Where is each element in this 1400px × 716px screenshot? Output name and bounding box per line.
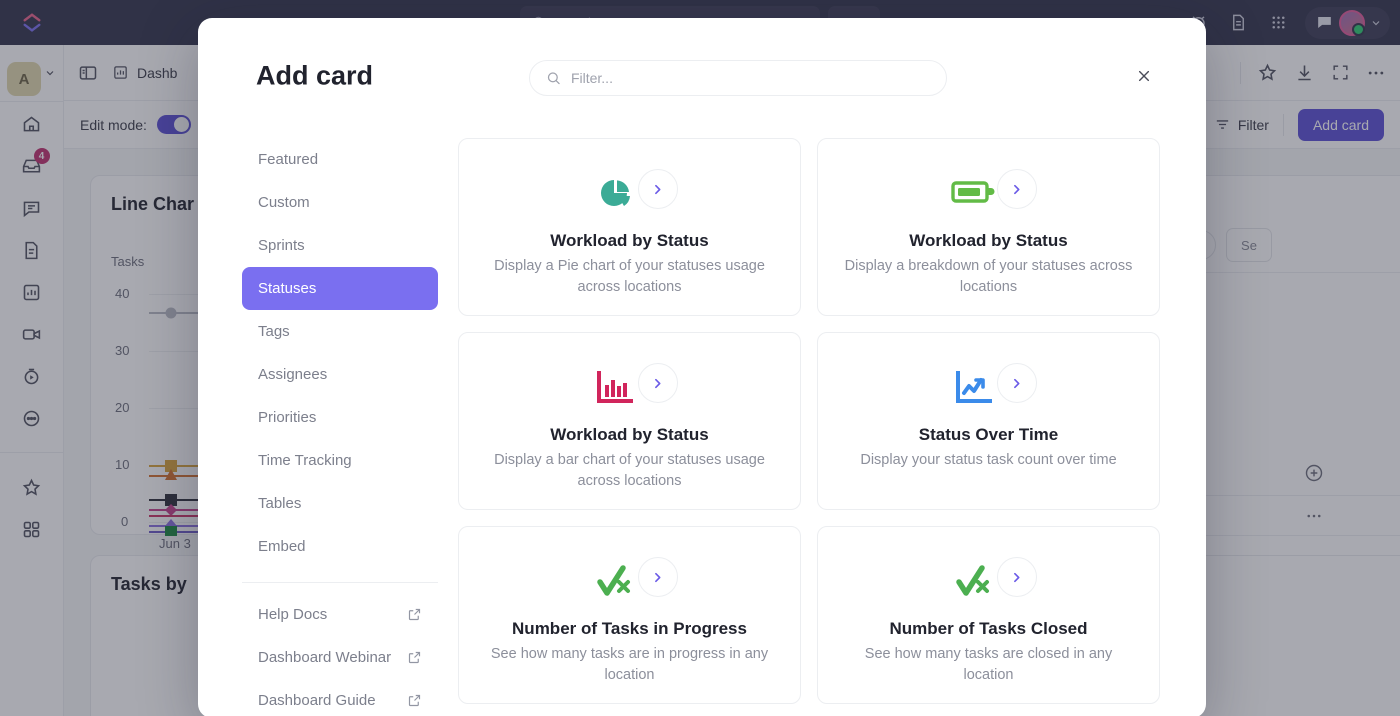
close-button[interactable] [1129,61,1159,91]
card-title: Workload by Status [550,231,709,250]
chevron-right-icon [996,557,1037,597]
card-option[interactable]: Workload by Status Display a breakdown o… [817,138,1160,316]
bar-chart-icon [593,367,637,414]
sidebar-item-tables[interactable]: Tables [242,482,438,525]
link-dashboard-guide[interactable]: Dashboard Guide [242,679,438,716]
card-option[interactable]: Workload by Status Display a Pie chart o… [458,138,801,316]
card-icon-area [481,361,778,419]
modal-body: Featured Custom Sprints Statuses Tags As… [198,138,1206,716]
check-x-icon [593,562,637,607]
card-description: See how many tasks are closed in any loc… [864,646,1113,684]
close-icon [1138,70,1150,82]
check-x-icon [952,562,996,607]
card-description: Display a Pie chart of your statuses usa… [494,258,765,296]
card-title: Workload by Status [550,425,709,444]
card-icon-area [840,167,1137,225]
chevron-right-icon [637,557,678,597]
card-icon-area [840,361,1137,419]
card-option[interactable]: Number of Tasks in Progress See how many… [458,526,801,704]
card-description: Display your status task count over time [860,452,1117,468]
card-title: Number of Tasks Closed [889,619,1088,638]
card-description: See how many tasks are in progress in an… [490,646,769,684]
divider [242,582,438,583]
card-icon-area [481,555,778,613]
chevron-right-icon [637,169,678,209]
chevron-right-icon [637,363,678,403]
link-label: Dashboard Webinar [258,649,392,666]
page-title: Add card [256,60,374,91]
card-option[interactable]: Status Over Time Display your status tas… [817,332,1160,510]
filter-input-wrapper[interactable] [529,60,947,96]
card-title: Number of Tasks in Progress [512,619,747,638]
search-input[interactable] [570,70,930,86]
pie-chart-icon [593,172,637,221]
card-description: Display a breakdown of your statuses acr… [844,258,1133,296]
card-title: Status Over Time [918,425,1059,444]
link-label: Help Docs [258,606,328,623]
sidebar-item-assignees[interactable]: Assignees [242,353,438,396]
sidebar-item-sprints[interactable]: Sprints [242,224,438,267]
sidebar-item-featured[interactable]: Featured [242,138,438,181]
sidebar-item-priorities[interactable]: Priorities [242,396,438,439]
external-link-icon [407,693,422,708]
sidebar-item-tags[interactable]: Tags [242,310,438,353]
card-icon-area [481,167,778,225]
link-dashboard-webinar[interactable]: Dashboard Webinar [242,636,438,679]
chevron-right-icon [996,169,1037,209]
card-grid: Workload by Status Display a Pie chart o… [458,138,1206,716]
external-link-icon [407,607,422,622]
line-chart-icon [952,367,996,414]
battery-icon [950,174,998,219]
card-option[interactable]: Workload by Status Display a bar chart o… [458,332,801,510]
external-link-icon [407,650,422,665]
card-icon-area [840,555,1137,613]
link-help-docs[interactable]: Help Docs [242,593,438,636]
modal-header: Add card [198,18,1206,138]
link-label: Dashboard Guide [258,692,376,709]
add-card-modal: Add card Featured Custom Sprints Statuse… [198,18,1206,716]
chevron-right-icon [996,363,1037,403]
sidebar-item-custom[interactable]: Custom [242,181,438,224]
card-description: Display a bar chart of your statuses usa… [494,452,765,490]
sidebar-item-statuses[interactable]: Statuses [242,267,438,310]
card-option[interactable]: Number of Tasks Closed See how many task… [817,526,1160,704]
modal-sidebar: Featured Custom Sprints Statuses Tags As… [198,138,458,716]
search-icon [547,72,560,85]
sidebar-item-time-tracking[interactable]: Time Tracking [242,439,438,482]
card-title: Workload by Status [909,231,1068,250]
sidebar-item-embed[interactable]: Embed [242,525,438,568]
